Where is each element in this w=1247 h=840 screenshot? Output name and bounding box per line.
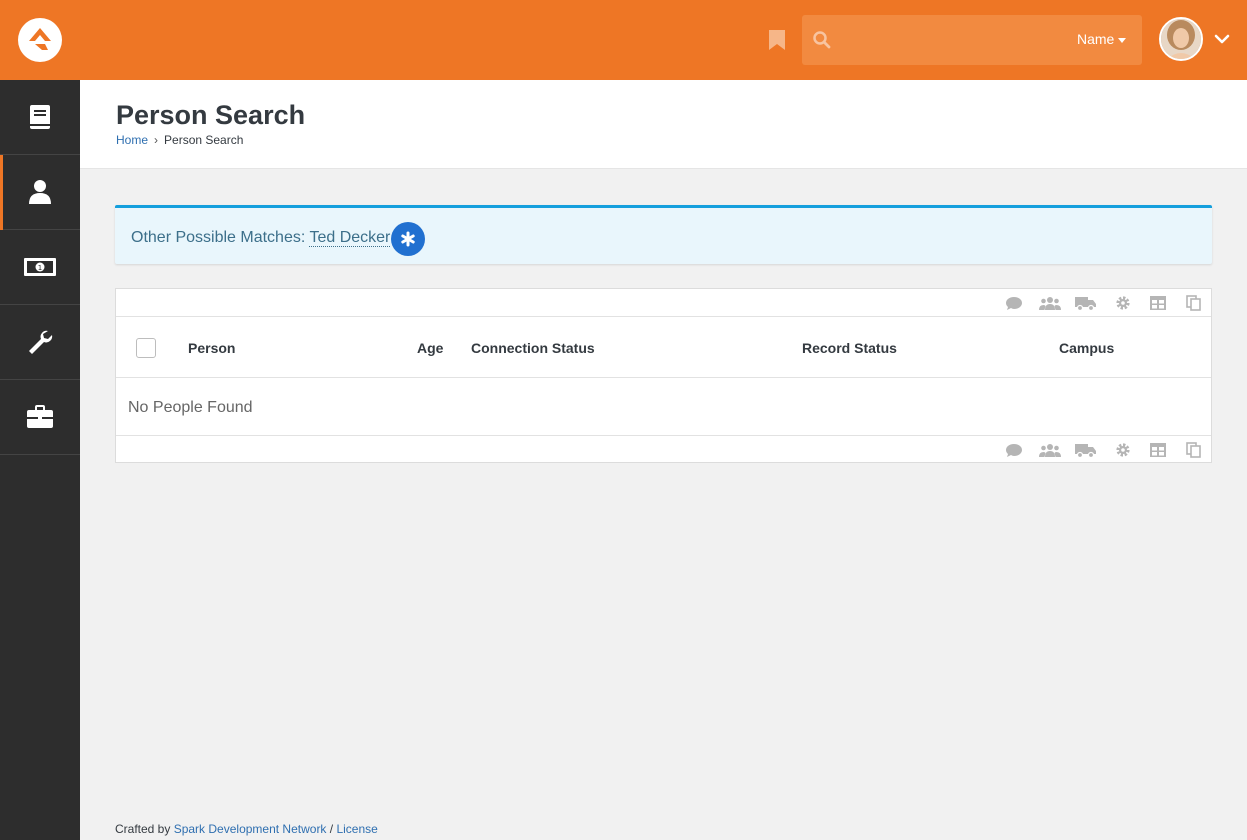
rock-logo-icon[interactable] [18,18,62,62]
chevron-down-icon[interactable] [1214,33,1230,45]
grid-actions-bottom [116,435,1211,463]
sidebar: 1 [0,80,80,840]
truck-icon[interactable] [1075,442,1097,458]
communicate-icon[interactable] [1005,295,1023,311]
column-header-campus[interactable]: Campus [1059,340,1114,356]
briefcase-icon [27,405,53,428]
merge-person-icon[interactable] [1039,442,1061,458]
truck-icon[interactable] [1075,295,1097,311]
breadcrumb-current: Person Search [164,133,244,147]
footer-license-link[interactable]: License [336,822,377,836]
sidebar-item-finance[interactable]: 1 [0,230,80,305]
copy-icon[interactable] [1186,442,1202,458]
column-header-person[interactable]: Person [188,340,235,356]
gear-icon[interactable] [1114,442,1132,458]
communicate-icon[interactable] [1005,442,1023,458]
table-icon[interactable] [1149,442,1167,458]
sidebar-item-staff-tools[interactable] [0,380,80,455]
grid-empty-message: No People Found [128,399,253,416]
breadcrumb-home-link[interactable]: Home [116,133,148,147]
page-footer: Crafted by Spark Development Network / L… [115,822,378,836]
column-header-record-status[interactable]: Record Status [802,340,897,356]
footer-org-link[interactable]: Spark Development Network [174,822,327,836]
grid-header-row: Person Age Connection Status Record Stat… [116,318,1211,378]
wrench-icon [29,330,53,354]
smart-search: Name [802,15,1142,65]
avatar[interactable] [1159,17,1203,61]
column-header-age[interactable]: Age [417,340,443,356]
sidebar-item-tools[interactable] [0,80,80,155]
page-title: Person Search [116,100,306,130]
possible-match-link[interactable]: Ted Decker [309,229,391,247]
search-icon [813,31,831,49]
sidebar-item-admin-tools[interactable] [0,305,80,380]
grid-actions-top [116,289,1211,317]
search-type-label: Name [1077,31,1115,47]
asterisk-button[interactable] [391,222,425,256]
footer-crafted-by: Crafted by [115,822,171,836]
book-icon [30,105,50,129]
alert-text: Other Possible Matches: Ted Decker [131,229,391,247]
select-all-checkbox[interactable] [136,338,156,358]
caret-down-icon [1118,37,1127,43]
possible-matches-alert: Other Possible Matches: Ted Decker [115,205,1212,264]
breadcrumb: Home › Person Search [116,133,243,147]
person-icon [29,180,51,204]
bookmark-icon[interactable] [768,29,786,51]
gear-icon[interactable] [1114,295,1132,311]
people-grid: Person Age Connection Status Record Stat… [115,288,1212,463]
column-header-connection-status[interactable]: Connection Status [471,340,595,356]
asterisk-icon [401,231,415,247]
search-type-dropdown[interactable]: Name [1077,31,1127,47]
svg-text:1: 1 [38,264,42,272]
top-navbar: Name [0,0,1247,80]
copy-icon[interactable] [1186,295,1202,311]
chevron-right-icon: › [154,133,159,147]
alert-label: Other Possible Matches: [131,229,306,246]
search-input[interactable] [840,25,1060,55]
sidebar-item-people[interactable] [0,155,80,230]
table-icon[interactable] [1149,295,1167,311]
footer-separator: / [329,822,334,836]
merge-person-icon[interactable] [1039,295,1061,311]
page-header: Person Search Home › Person Search [80,80,1247,169]
money-icon: 1 [24,258,56,276]
